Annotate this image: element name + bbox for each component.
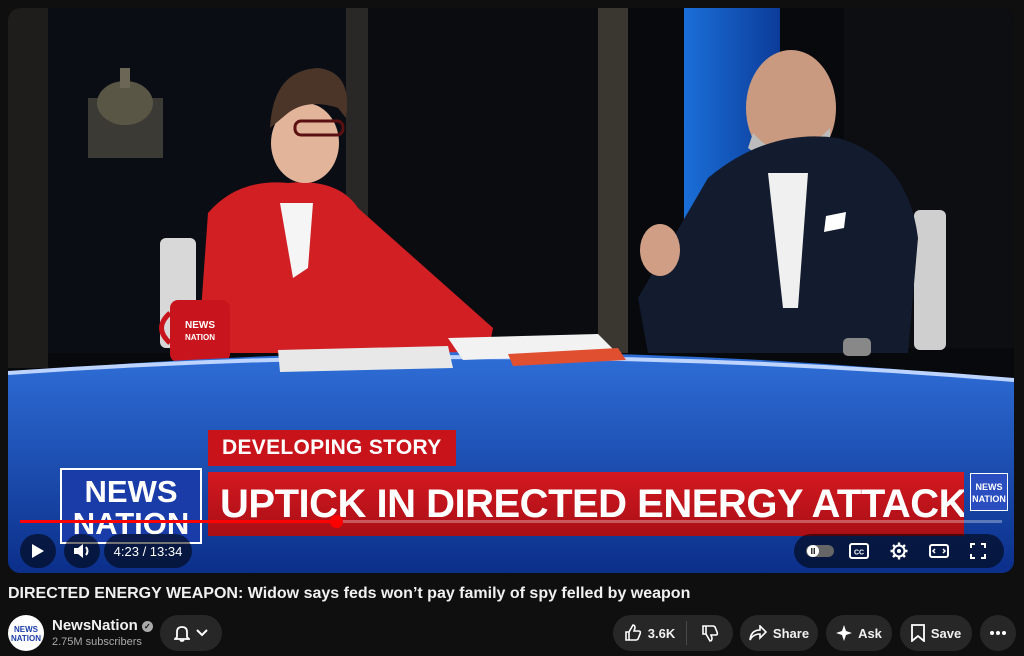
more-horizontal-icon [990, 631, 1006, 635]
play-icon [31, 543, 45, 559]
headline-banner: UPTICK IN DIRECTED ENERGY ATTACKS IN U.S… [208, 472, 964, 536]
scrubber-handle[interactable] [329, 515, 343, 528]
autoplay-toggle[interactable] [805, 536, 835, 566]
dislike-button[interactable] [687, 624, 733, 642]
channel-row: NEWS NATION NewsNation ✓ 2.75M subscriber… [0, 615, 1024, 655]
closed-captions-icon: CC [849, 543, 870, 559]
fullscreen-icon [970, 543, 987, 559]
gear-icon [890, 542, 908, 560]
like-button[interactable]: 3.6K [614, 624, 686, 642]
more-actions-button[interactable] [980, 615, 1016, 651]
mug-logo: NEWS [185, 320, 215, 331]
time-display: 4:23 / 13:34 [104, 534, 192, 568]
theater-mode-icon [928, 544, 949, 558]
share-label: Share [772, 625, 810, 641]
progress-fill [20, 520, 336, 523]
like-count: 3.6K [647, 625, 676, 641]
notifications-button[interactable] [160, 615, 222, 651]
autoplay-toggle-icon [805, 544, 834, 558]
developing-story-tag: DEVELOPING STORY [208, 430, 456, 466]
channel-name[interactable]: NewsNation ✓ [52, 617, 153, 634]
volume-icon [73, 543, 91, 559]
captions-button[interactable]: CC [844, 536, 874, 566]
play-button[interactable] [20, 534, 56, 568]
chevron-down-icon [196, 629, 208, 637]
volume-button[interactable] [64, 534, 100, 568]
player-controls: 4:23 / 13:34 CC [8, 532, 1014, 572]
bell-icon [174, 624, 190, 642]
save-button[interactable]: Save [900, 615, 972, 651]
bookmark-icon [910, 624, 925, 642]
progress-bar[interactable] [20, 515, 1002, 528]
time-label: 4:23 / 13:34 [113, 543, 183, 559]
verified-icon: ✓ [141, 621, 153, 632]
sparkle-icon [836, 625, 853, 641]
share-icon [749, 625, 767, 641]
video-title: DIRECTED ENERGY WEAPON: Widow says feds … [8, 585, 691, 602]
fullscreen-button[interactable] [963, 536, 993, 566]
settings-button[interactable] [884, 536, 914, 566]
right-controls: CC [794, 534, 1004, 568]
ask-button[interactable]: Ask [826, 615, 892, 651]
svg-text:NATION: NATION [185, 333, 215, 342]
channel-avatar[interactable]: NEWS NATION [8, 615, 44, 651]
theater-mode-button[interactable] [924, 536, 954, 566]
thumbs-up-icon [624, 624, 642, 642]
save-label: Save [930, 625, 962, 641]
newsnation-corner-logo: NEWS NATION [970, 473, 1008, 511]
svg-text:CC: CC [854, 550, 864, 557]
video-player[interactable]: NEWS NATION DEVELOPING STORY NEWS NATION… [8, 8, 1014, 573]
ask-label: Ask [858, 625, 882, 641]
subscriber-count: 2.75M subscribers [52, 636, 142, 648]
like-dislike-group: 3.6K [613, 615, 733, 651]
thumbs-down-icon [701, 624, 719, 642]
share-button[interactable]: Share [740, 615, 818, 651]
